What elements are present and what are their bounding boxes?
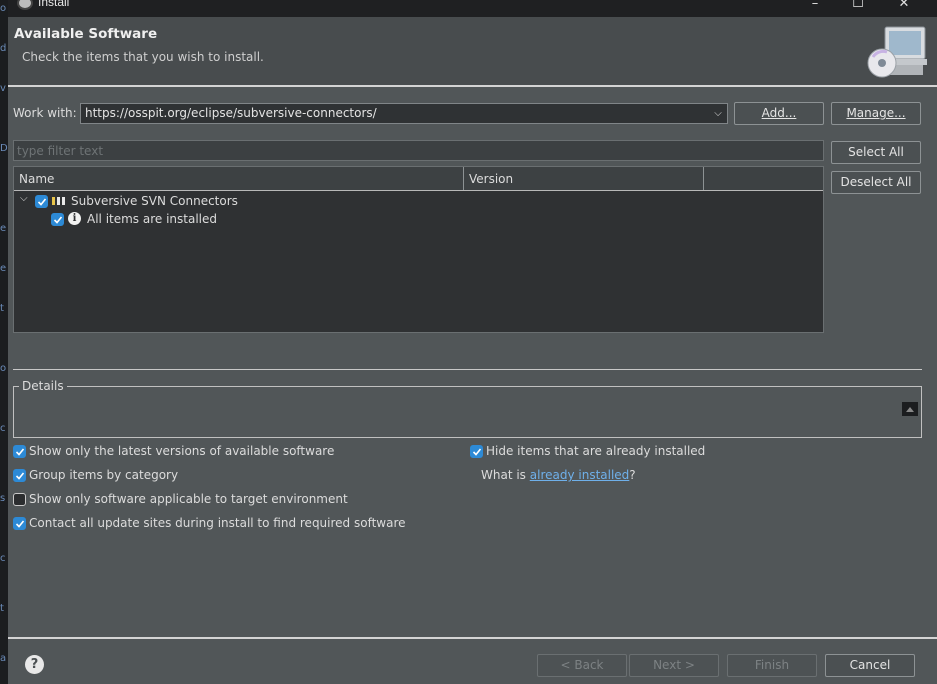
cancel-button[interactable]: Cancel — [825, 654, 915, 677]
finish-button-label: Finish — [754, 658, 790, 672]
footer-separator — [8, 637, 937, 639]
close-icon[interactable]: ✕ — [893, 0, 915, 14]
finish-button[interactable]: Finish — [727, 654, 817, 677]
software-tree[interactable]: Name Version ⌵ Subversive SVN Connectors… — [13, 166, 824, 333]
filter-field[interactable] — [13, 140, 824, 161]
background-editor-strip: odv Dee toc sct a — [0, 0, 8, 684]
chevron-down-icon[interactable]: ⌵ — [709, 104, 727, 123]
details-group — [13, 386, 922, 438]
install-wizard-icon — [867, 26, 927, 78]
maximize-icon[interactable]: ☐ — [847, 0, 869, 14]
row-name: Subversive SVN Connectors — [71, 194, 238, 208]
select-all-label: Select All — [848, 145, 904, 159]
contact-sites-checkbox[interactable] — [13, 517, 26, 530]
next-button[interactable]: Next > — [629, 654, 719, 677]
row-checkbox[interactable] — [35, 195, 48, 208]
latest-versions-checkbox[interactable] — [13, 445, 26, 458]
column-divider[interactable] — [703, 167, 704, 190]
what-is-installed-text: What is already installed? — [481, 468, 636, 482]
help-icon[interactable]: ? — [25, 655, 44, 674]
work-with-combo[interactable]: https://osspit.org/eclipse/subversive-co… — [80, 103, 728, 124]
deselect-all-button[interactable]: Deselect All — [831, 171, 921, 194]
install-dialog: Install – ☐ ✕ Available Software Check t… — [8, 0, 937, 684]
latest-versions-label: Show only the latest versions of availab… — [29, 444, 335, 458]
details-separator — [13, 369, 922, 370]
cancel-button-label: Cancel — [849, 658, 891, 672]
work-with-value: https://osspit.org/eclipse/subversive-co… — [85, 106, 377, 120]
details-label: Details — [19, 379, 67, 393]
add-button-label: Add... — [761, 106, 797, 120]
column-divider[interactable] — [463, 167, 464, 190]
column-header-version[interactable]: Version — [469, 172, 513, 186]
hide-installed-label: Hide items that are already installed — [486, 444, 706, 458]
hide-installed-checkbox[interactable] — [470, 445, 483, 458]
manage-button[interactable]: Manage... — [831, 102, 921, 125]
column-header-name[interactable]: Name — [19, 172, 54, 186]
row-name: All items are installed — [87, 212, 218, 226]
header-separator — [8, 85, 937, 87]
next-button-label: Next > — [653, 658, 695, 672]
page-description: Check the items that you wish to install… — [22, 50, 264, 64]
chevron-down-icon[interactable]: ⌵ — [20, 193, 28, 204]
already-installed-link[interactable]: already installed — [530, 468, 630, 482]
info-icon: i — [68, 212, 81, 225]
title-bar: Install – ☐ ✕ — [8, 0, 937, 17]
group-by-category-checkbox[interactable] — [13, 469, 26, 482]
table-row[interactable]: ⌵ Subversive SVN Connectors — [14, 192, 823, 210]
page-title: Available Software — [14, 26, 158, 42]
filter-input[interactable] — [14, 141, 823, 160]
minimize-icon[interactable]: – — [804, 0, 826, 14]
eclipse-app-icon — [17, 0, 33, 10]
row-checkbox[interactable] — [51, 213, 64, 226]
contact-sites-label: Contact all update sites during install … — [29, 516, 406, 530]
target-env-checkbox[interactable] — [13, 493, 26, 506]
category-icon — [52, 197, 65, 205]
table-row[interactable]: i All items are installed — [14, 210, 823, 228]
back-button[interactable]: < Back — [537, 654, 627, 677]
back-button-label: < Back — [560, 658, 604, 672]
window-title: Install — [38, 0, 70, 9]
what-is-suffix: ? — [629, 468, 636, 482]
work-with-label: Work with: — [13, 106, 77, 120]
what-is-prefix: What is — [481, 468, 530, 482]
group-by-category-label: Group items by category — [29, 468, 179, 482]
deselect-all-label: Deselect All — [840, 175, 912, 189]
add-button[interactable]: Add... — [734, 102, 824, 125]
select-all-button[interactable]: Select All — [831, 141, 921, 164]
wizard-header: Available Software Check the items that … — [8, 17, 937, 85]
manage-button-label: Manage... — [846, 106, 906, 120]
target-env-label: Show only software applicable to target … — [29, 492, 348, 506]
details-expand-icon[interactable] — [902, 402, 918, 416]
table-header: Name Version — [14, 167, 823, 191]
